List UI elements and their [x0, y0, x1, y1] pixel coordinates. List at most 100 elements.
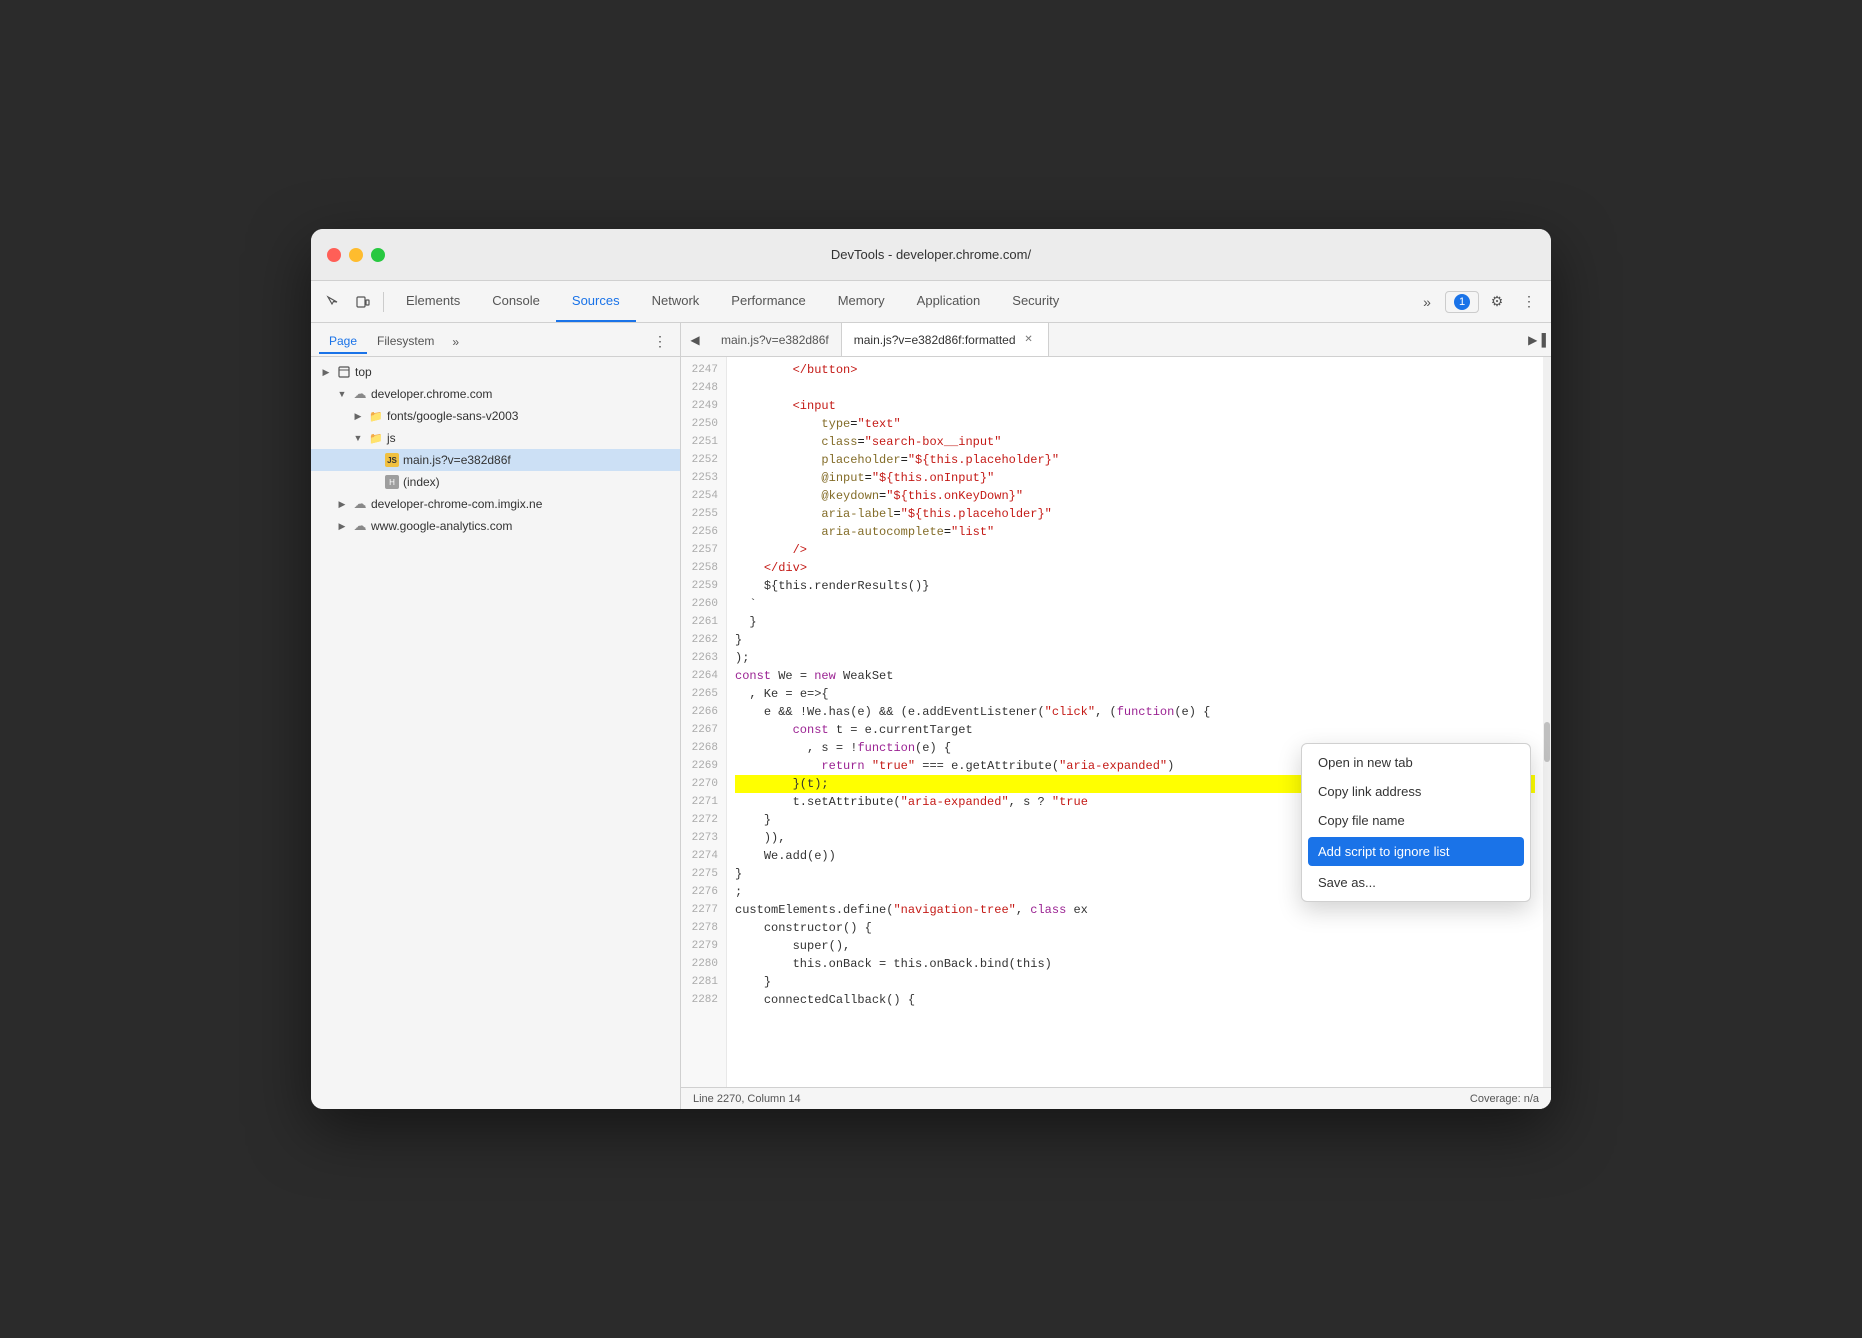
tree-arrow-fonts: ▶	[351, 409, 365, 423]
code-line-2253: @input="${this.onInput}"	[735, 469, 1535, 487]
tree-item-fonts[interactable]: ▶ 📁 fonts/google-sans-v2003	[311, 405, 680, 427]
toolbar-separator	[383, 292, 384, 312]
tab-security[interactable]: Security	[996, 281, 1075, 322]
context-menu-ignore-list[interactable]: Add script to ignore list	[1308, 837, 1524, 866]
status-bar: Line 2270, Column 14 Coverage: n/a	[681, 1087, 1551, 1109]
code-line-2282: connectedCallback() {	[735, 991, 1535, 1009]
tab-close-icon[interactable]: ✕	[1022, 333, 1036, 347]
folder-icon-fonts: 📁	[368, 408, 384, 424]
panel-toggle-right[interactable]: ▶▐	[1523, 326, 1551, 354]
tree-label-top: top	[355, 365, 372, 379]
device-icon[interactable]	[349, 288, 377, 316]
tab-bar: Elements Console Sources Network Perform…	[390, 281, 1075, 322]
sidebar-action-button[interactable]: ⋮	[648, 330, 672, 354]
code-line-2250: type="text"	[735, 415, 1535, 433]
sidebar-tab-filesystem[interactable]: Filesystem	[367, 330, 444, 354]
sidebar-tab-page[interactable]: Page	[319, 330, 367, 354]
line-numbers: 2247 2248 2249 2250 2251 2252 2253 2254 …	[681, 357, 727, 1087]
sidebar-more-tabs[interactable]: »	[448, 331, 463, 353]
cloud-icon-imgix: ☁	[352, 496, 368, 512]
code-line-2266: e && !We.has(e) && (e.addEventListener("…	[735, 703, 1535, 721]
coverage-status: Coverage: n/a	[1470, 1093, 1539, 1105]
main-toolbar: Elements Console Sources Network Perform…	[311, 281, 1551, 323]
editor-tab-main-js-formatted[interactable]: main.js?v=e382d86f:formatted ✕	[842, 323, 1049, 356]
traffic-lights	[327, 248, 385, 262]
tree-item-imgix[interactable]: ▶ ☁ developer-chrome-com.imgix.ne	[311, 493, 680, 515]
tree-label-imgix: developer-chrome-com.imgix.ne	[371, 497, 542, 511]
inspect-icon[interactable]	[319, 288, 347, 316]
tree-item-js[interactable]: ▼ 📁 js	[311, 427, 680, 449]
editor-tab-main-js[interactable]: main.js?v=e382d86f	[709, 323, 842, 356]
editor-area: ◀ main.js?v=e382d86f main.js?v=e382d86f:…	[681, 323, 1551, 1109]
tab-console[interactable]: Console	[476, 281, 556, 322]
cloud-icon-chrome: ☁	[352, 386, 368, 402]
tree-label-index: (index)	[403, 475, 440, 489]
feedback-button[interactable]: 1	[1445, 291, 1479, 313]
code-line-2252: placeholder="${this.placeholder}"	[735, 451, 1535, 469]
context-menu-copy-link[interactable]: Copy link address	[1302, 777, 1530, 806]
code-line-2255: aria-label="${this.placeholder}"	[735, 505, 1535, 523]
tab-elements[interactable]: Elements	[390, 281, 476, 322]
code-line-2254: @keydown="${this.onKeyDown}"	[735, 487, 1535, 505]
code-line-2248	[735, 379, 1535, 397]
tree-arrow-imgix: ▶	[335, 497, 349, 511]
code-line-2277: customElements.define("navigation-tree",…	[735, 901, 1535, 919]
toolbar-right: » 1 ⚙ ⋮	[1413, 288, 1543, 316]
code-line-2279: super(),	[735, 937, 1535, 955]
editor-scrollbar[interactable]	[1543, 357, 1551, 1087]
tree-arrow-top: ▶	[319, 365, 333, 379]
js-file-icon: JS	[384, 452, 400, 468]
code-line-2261: }	[735, 613, 1535, 631]
code-line-2258: </div>	[735, 559, 1535, 577]
tree-item-index[interactable]: ▶ H (index)	[311, 471, 680, 493]
code-line-2280: this.onBack = this.onBack.bind(this)	[735, 955, 1535, 973]
titlebar: DevTools - developer.chrome.com/	[311, 229, 1551, 281]
tree-item-chrome-dev[interactable]: ▼ ☁ developer.chrome.com	[311, 383, 680, 405]
tree-item-analytics[interactable]: ▶ ☁ www.google-analytics.com	[311, 515, 680, 537]
tree-item-top[interactable]: ▶ top	[311, 361, 680, 383]
code-line-2256: aria-autocomplete="list"	[735, 523, 1535, 541]
code-line-2257: />	[735, 541, 1535, 559]
settings-icon[interactable]: ⚙	[1483, 288, 1511, 316]
tree-label-chrome-dev: developer.chrome.com	[371, 387, 492, 401]
context-menu-open-tab[interactable]: Open in new tab	[1302, 748, 1530, 777]
html-file-icon: H	[384, 474, 400, 490]
code-line-2259: ${this.renderResults()}	[735, 577, 1535, 595]
tree-arrow-js: ▼	[351, 431, 365, 445]
main-content: Page Filesystem » ⋮ ▶ top ▼	[311, 323, 1551, 1109]
tree-label-fonts: fonts/google-sans-v2003	[387, 409, 518, 423]
more-tabs-button[interactable]: »	[1413, 288, 1441, 316]
code-line-2251: class="search-box__input"	[735, 433, 1535, 451]
code-content[interactable]: </button> <input type="text" class="sear…	[727, 357, 1543, 1087]
code-line-2281: }	[735, 973, 1535, 991]
sidebar-tabs: Page Filesystem » ⋮	[311, 323, 680, 357]
more-options-icon[interactable]: ⋮	[1515, 288, 1543, 316]
sidebar: Page Filesystem » ⋮ ▶ top ▼	[311, 323, 681, 1109]
context-menu-save-as[interactable]: Save as...	[1302, 868, 1530, 897]
tab-network[interactable]: Network	[636, 281, 716, 322]
minimize-button[interactable]	[349, 248, 363, 262]
sidebar-actions: ⋮	[648, 330, 672, 354]
code-editor: 2247 2248 2249 2250 2251 2252 2253 2254 …	[681, 357, 1551, 1087]
tree-arrow-chrome-dev: ▼	[335, 387, 349, 401]
scrollbar-thumb[interactable]	[1544, 722, 1550, 762]
context-menu: Open in new tab Copy link address Copy f…	[1301, 743, 1531, 902]
context-menu-copy-filename[interactable]: Copy file name	[1302, 806, 1530, 835]
frame-icon	[336, 364, 352, 380]
code-line-2264: const We = new WeakSet	[735, 667, 1535, 685]
tree-label-js: js	[387, 431, 396, 445]
close-button[interactable]	[327, 248, 341, 262]
maximize-button[interactable]	[371, 248, 385, 262]
tab-memory[interactable]: Memory	[822, 281, 901, 322]
tree-item-main-js[interactable]: ▶ JS main.js?v=e382d86f	[311, 449, 680, 471]
tab-sources[interactable]: Sources	[556, 281, 636, 322]
tree-label-analytics: www.google-analytics.com	[371, 519, 512, 533]
cloud-icon-analytics: ☁	[352, 518, 368, 534]
folder-icon-js: 📁	[368, 430, 384, 446]
file-tree: ▶ top ▼ ☁ developer.chrome.com ▶ 📁 fonts	[311, 357, 680, 1109]
cursor-position: Line 2270, Column 14	[693, 1093, 801, 1105]
tab-toggle-left[interactable]: ◀	[681, 326, 709, 354]
code-line-2247: </button>	[735, 361, 1535, 379]
tab-application[interactable]: Application	[901, 281, 997, 322]
tab-performance[interactable]: Performance	[715, 281, 821, 322]
